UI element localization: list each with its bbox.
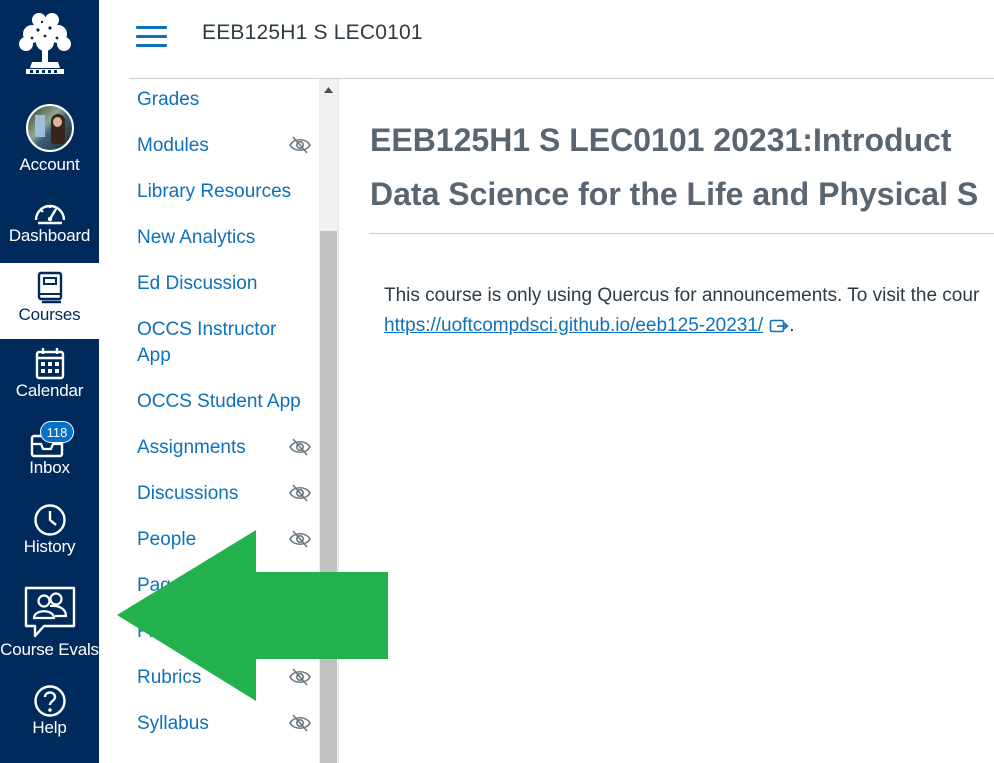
- course-nav-occs-instructor-app[interactable]: OCCS Instructor App: [137, 317, 276, 369]
- course-menu-toggle-icon[interactable]: [136, 26, 167, 48]
- university-logo[interactable]: [12, 8, 78, 76]
- nav-dashboard-label: Dashboard: [8, 226, 91, 245]
- title-divider: [369, 233, 994, 234]
- course-nav-library-resources[interactable]: Library Resources: [137, 179, 291, 205]
- nav-calendar[interactable]: Calendar: [0, 347, 99, 401]
- announcement-text: This course is only using Quercus for an…: [384, 285, 980, 306]
- nav-inbox-label: Inbox: [29, 458, 70, 477]
- help-icon: [33, 685, 66, 717]
- nav-dashboard[interactable]: Dashboard: [0, 196, 99, 246]
- course-nav-ed-discussion[interactable]: Ed Discussion: [137, 271, 257, 297]
- course-evals-icon: [24, 586, 75, 638]
- scroll-up-arrow-icon[interactable]: [319, 83, 338, 97]
- global-nav: Account Dashboard Courses Calendar Inbox…: [0, 0, 99, 763]
- nav-course-evals[interactable]: Course Evals: [0, 584, 99, 660]
- course-nav-assignments[interactable]: Assignments: [137, 435, 246, 461]
- calendar-icon: [35, 348, 64, 380]
- courses-icon: [37, 271, 62, 304]
- page-title-line2: Data Science for the Life and Physical S: [370, 176, 979, 212]
- course-nav-discussions[interactable]: Discussions: [137, 481, 238, 507]
- nav-calendar-label: Calendar: [15, 381, 84, 400]
- link-suffix: .: [789, 315, 795, 336]
- clock-icon: [33, 504, 66, 536]
- nav-history[interactable]: History: [0, 503, 99, 557]
- nav-courses-label: Courses: [18, 305, 81, 324]
- nav-help-label: Help: [32, 718, 67, 737]
- nav-help[interactable]: Help: [0, 684, 99, 738]
- course-nav-occs-instructor-line2: App: [137, 345, 171, 366]
- avatar: [25, 104, 74, 152]
- breadcrumb[interactable]: EEB125H1 S LEC0101: [202, 21, 423, 45]
- hidden-eye-icon: [289, 136, 311, 154]
- course-nav-occs-instructor-line1: OCCS Instructor: [137, 319, 277, 340]
- course-nav-modules[interactable]: Modules: [137, 133, 209, 159]
- course-nav-syllabus[interactable]: Syllabus: [137, 711, 209, 737]
- inbox-unread-badge: 118: [40, 421, 74, 443]
- nav-account[interactable]: Account: [0, 104, 99, 175]
- hidden-eye-icon: [289, 484, 311, 502]
- nav-courses[interactable]: Courses: [0, 263, 99, 339]
- nav-history-label: History: [23, 537, 76, 556]
- course-website-link[interactable]: https://uoftcompdsci.github.io/eeb125-20…: [384, 315, 763, 336]
- nav-course-evals-label: Course Evals: [0, 640, 99, 659]
- course-header: EEB125H1 S LEC0101: [99, 0, 994, 78]
- page-title: EEB125H1 S LEC0101 20231:Introduct Data …: [370, 113, 994, 221]
- external-link-icon: [769, 319, 789, 333]
- hidden-eye-icon: [289, 438, 311, 456]
- dashboard-icon: [34, 204, 65, 225]
- course-nav-new-analytics[interactable]: New Analytics: [137, 225, 255, 251]
- course-nav-grades[interactable]: Grades: [137, 87, 199, 113]
- course-website-paragraph: https://uoftcompdsci.github.io/eeb125-20…: [384, 311, 794, 341]
- green-left-arrow-icon: [117, 530, 388, 701]
- hidden-eye-icon: [289, 714, 311, 732]
- course-nav-occs-student-app[interactable]: OCCS Student App: [137, 389, 301, 415]
- page-title-line1: EEB125H1 S LEC0101 20231:Introduct: [370, 122, 952, 158]
- main-content: EEB125H1 S LEC0101 20231:Introduct Data …: [339, 79, 994, 763]
- nav-account-label: Account: [19, 155, 80, 174]
